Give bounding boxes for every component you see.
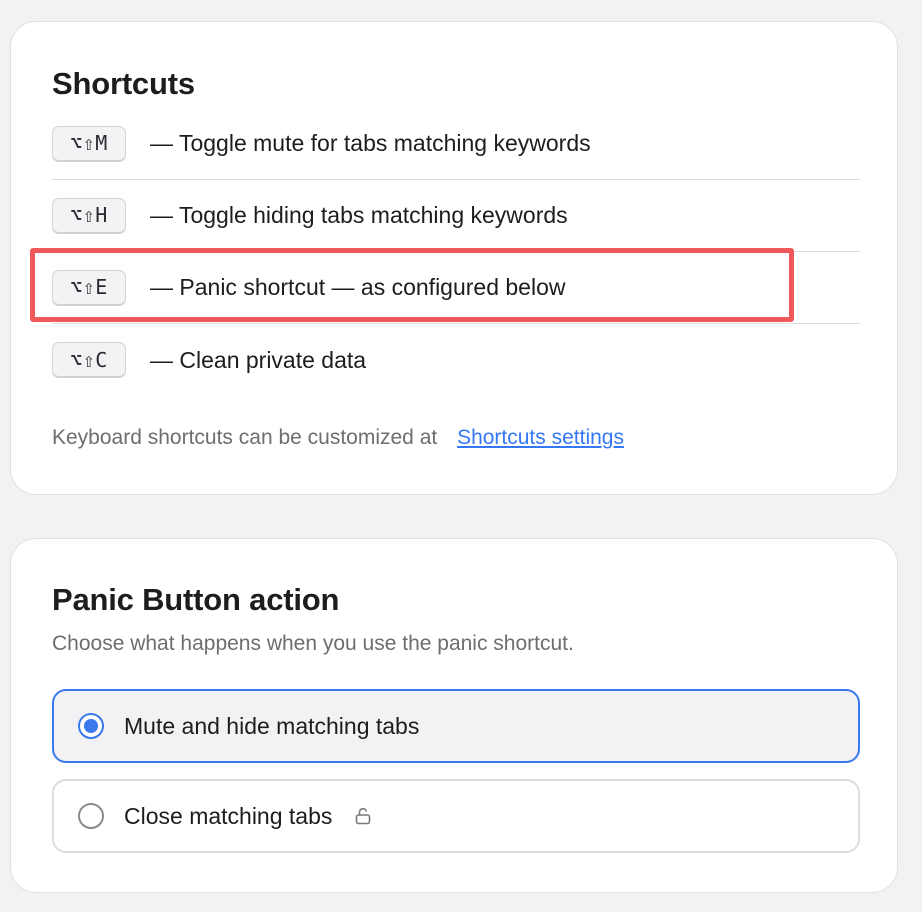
option-mute-and-hide[interactable]: Mute and hide matching tabs (52, 689, 860, 763)
shortcuts-footnote: Keyboard shortcuts can be customized at … (52, 426, 624, 450)
shortcut-description-panic: — Panic shortcut — as configured below (150, 274, 566, 300)
panic-button-card: Panic Button action Choose what happens … (10, 538, 898, 893)
shortcut-keys-hide: ⌥⇧H (52, 197, 126, 234)
shortcut-row-mute: ⌥⇧M — Toggle mute for tabs matching keyw… (52, 108, 860, 180)
option-label-mute-and-hide: Mute and hide matching tabs (124, 712, 420, 739)
shortcuts-card: Shortcuts ⌥⇧M — Toggle mute for tabs mat… (10, 21, 898, 495)
shortcuts-settings-link[interactable]: Shortcuts settings (457, 426, 624, 449)
shortcut-keys-panic: ⌥⇧E (52, 269, 126, 306)
shortcuts-footnote-text: Keyboard shortcuts can be customized at (52, 426, 438, 449)
lock-open-icon (352, 805, 374, 827)
shortcut-row-panic: ⌥⇧E — Panic shortcut — as configured bel… (52, 252, 860, 324)
shortcut-keys-clean: ⌥⇧C (52, 342, 126, 378)
option-close-tabs[interactable]: Close matching tabs (52, 779, 860, 853)
panic-title: Panic Button action (52, 582, 340, 617)
shortcut-keys-mute: ⌥⇧M (52, 125, 126, 162)
shortcuts-title: Shortcuts (52, 66, 195, 101)
option-label-close-tabs: Close matching tabs (124, 802, 333, 829)
shortcut-row-clean: ⌥⇧C — Clean private data (52, 324, 860, 396)
shortcut-description-hide: — Toggle hiding tabs matching keywords (150, 202, 568, 228)
shortcut-description-mute: — Toggle mute for tabs matching keywords (150, 130, 591, 156)
radio-close-tabs[interactable] (78, 803, 104, 829)
shortcut-row-hide: ⌥⇧H — Toggle hiding tabs matching keywor… (52, 180, 860, 252)
radio-mute-and-hide[interactable] (78, 713, 104, 739)
panic-subtitle: Choose what happens when you use the pan… (52, 632, 574, 655)
shortcut-description-clean: — Clean private data (150, 346, 367, 373)
